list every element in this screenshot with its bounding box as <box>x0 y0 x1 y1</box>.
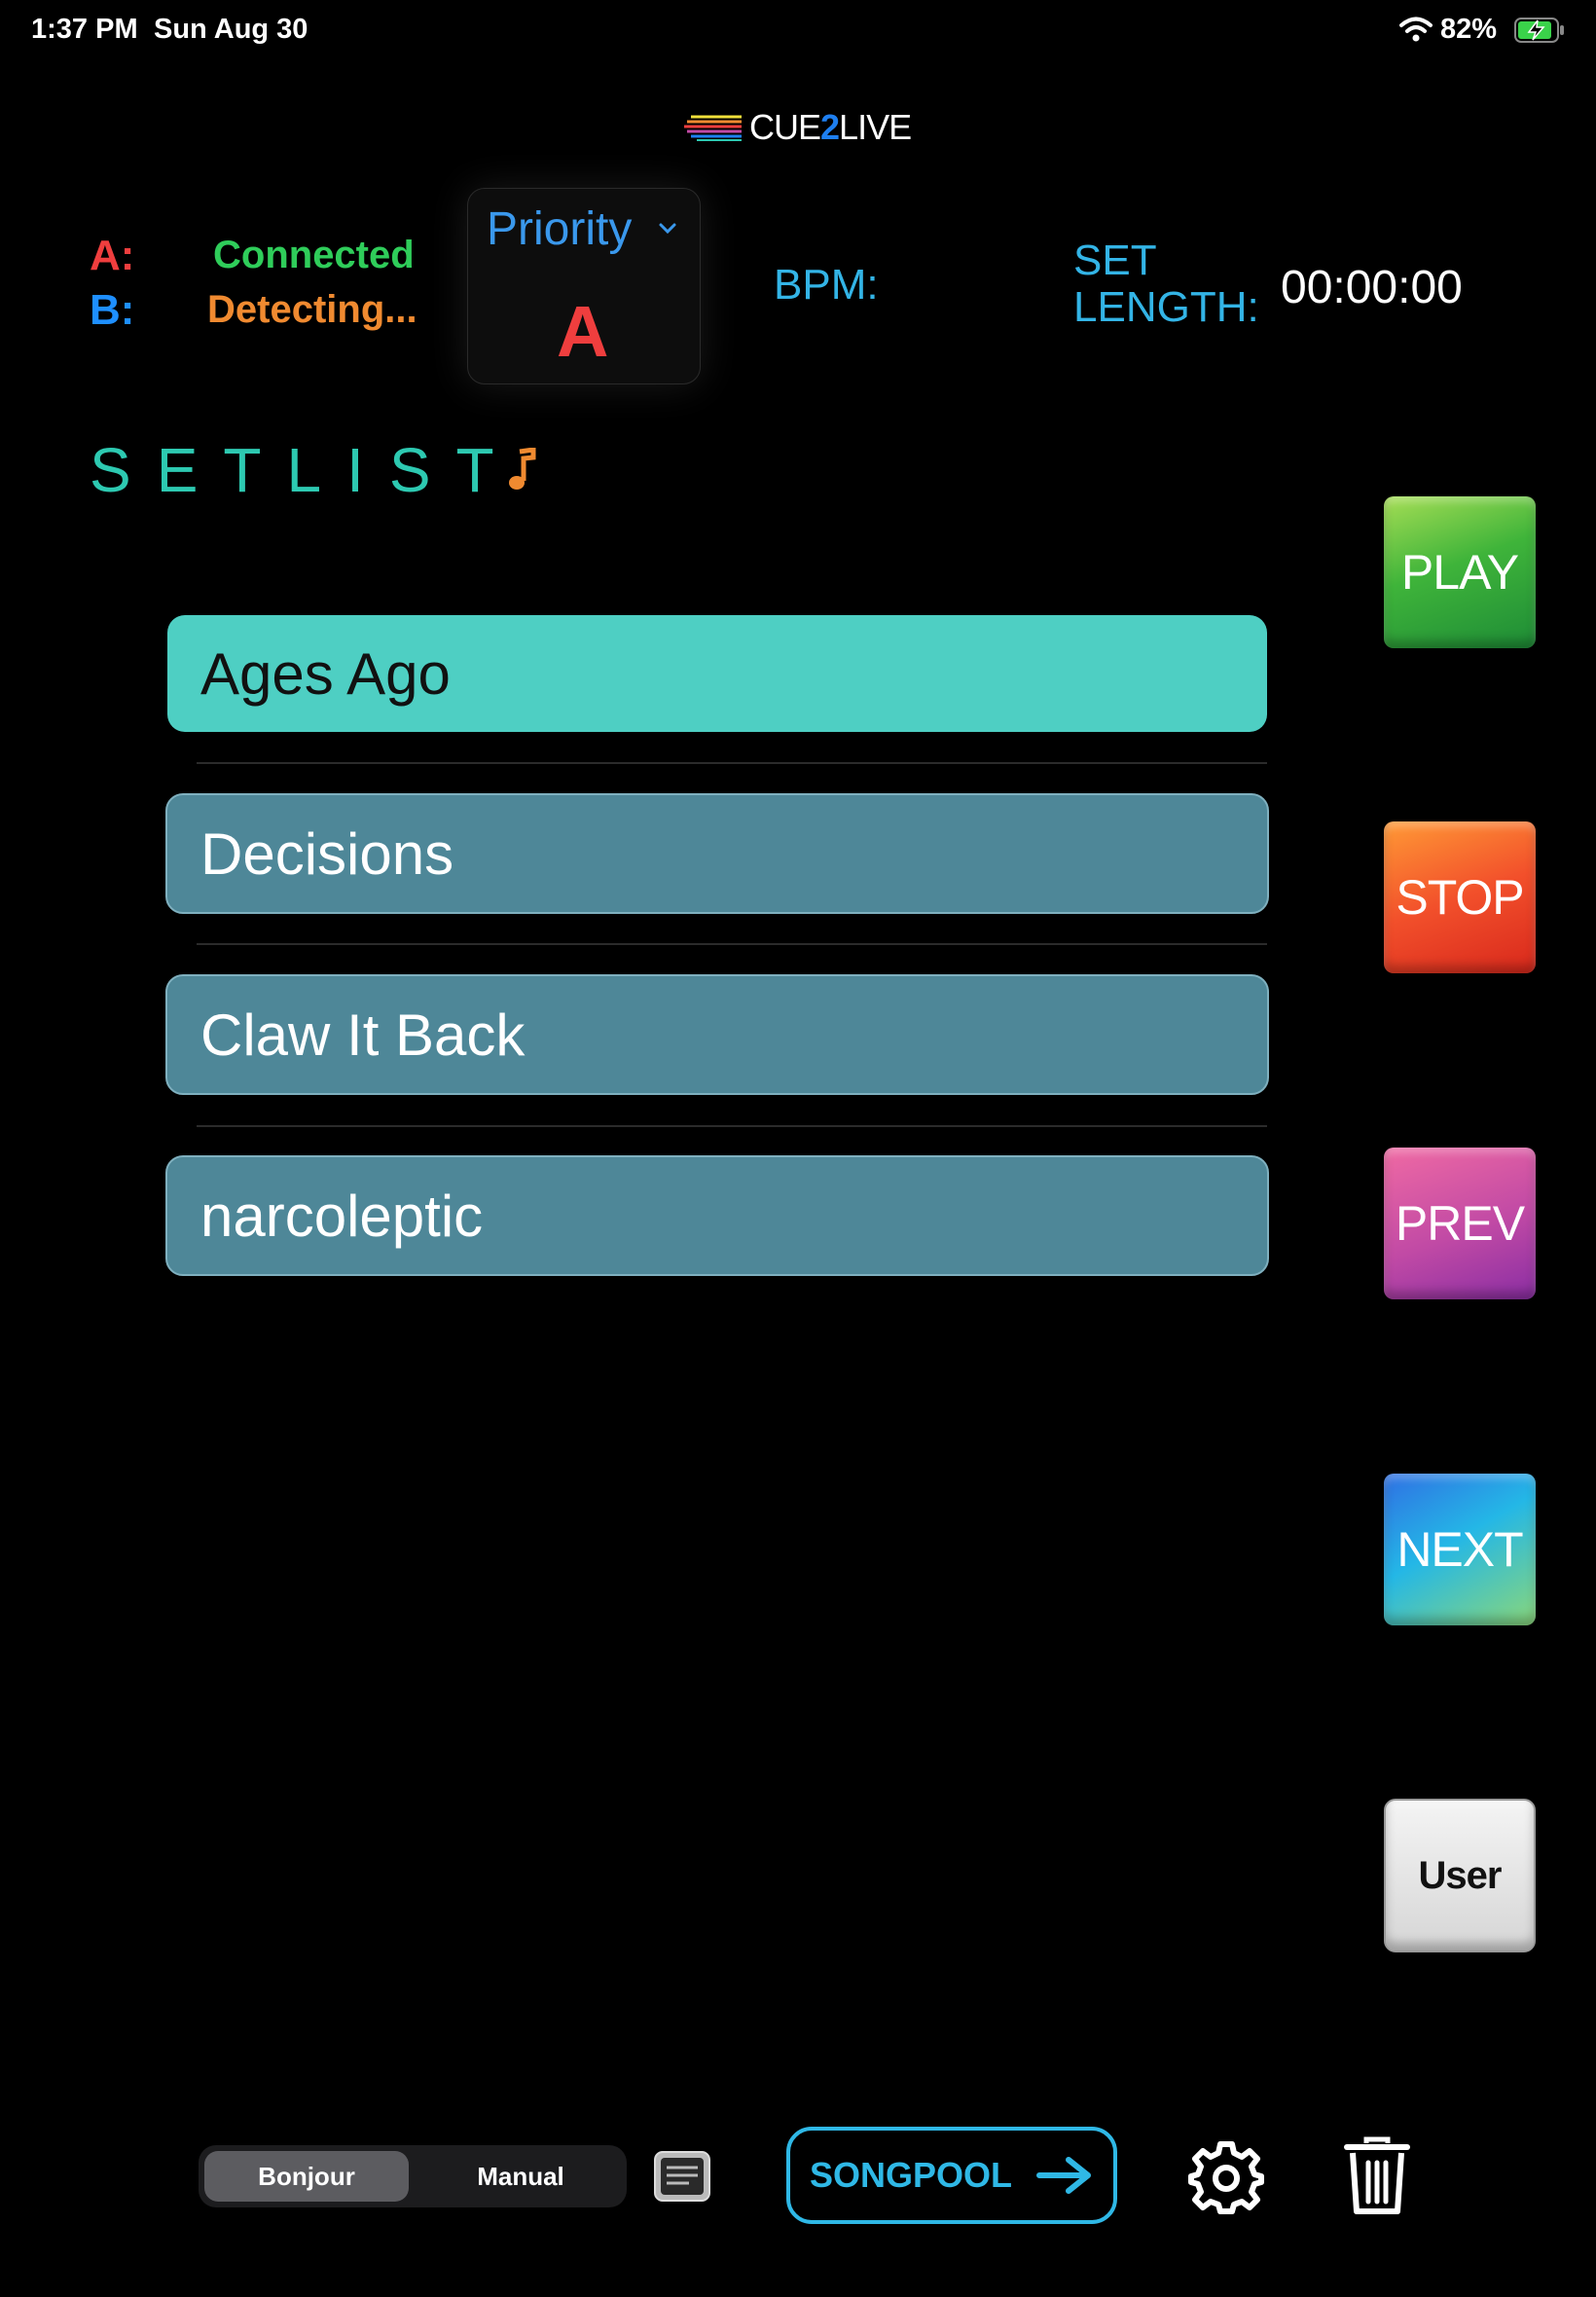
music-note-icon <box>508 448 536 490</box>
row-divider <box>197 1125 1267 1127</box>
mode-manual-segment[interactable]: Manual <box>418 2151 623 2202</box>
document-icon[interactable] <box>652 2149 712 2204</box>
row-divider <box>197 943 1267 945</box>
songpool-button[interactable]: SONGPOOL <box>786 2127 1117 2224</box>
app-logo: CUE2LIVE <box>681 107 912 148</box>
play-button[interactable]: PLAY <box>1384 496 1536 648</box>
song-title: Claw It Back <box>200 1002 526 1068</box>
trash-icon[interactable] <box>1343 2135 1411 2217</box>
user-button[interactable]: User <box>1384 1799 1536 1952</box>
song-row-active[interactable]: Ages Ago <box>167 615 1267 732</box>
arrow-right-icon <box>1036 2157 1092 2194</box>
battery-percentage: 82% <box>1440 14 1498 45</box>
songpool-label: SONGPOOL <box>810 2155 1013 2195</box>
row-divider <box>197 762 1267 764</box>
logo-stripes-icon <box>684 115 742 141</box>
stop-button[interactable]: STOP <box>1384 821 1536 973</box>
status-date: Sun Aug 30 <box>154 14 308 45</box>
battery-charging-icon <box>1514 18 1564 43</box>
song-row[interactable]: Decisions <box>165 793 1269 914</box>
source-a-status: Connected <box>213 234 415 276</box>
prev-button[interactable]: PREV <box>1384 1148 1536 1299</box>
source-b-label: B: <box>90 286 135 334</box>
song-title: narcoleptic <box>200 1183 484 1249</box>
source-a-label: A: <box>90 232 135 279</box>
wifi-icon <box>1399 17 1433 42</box>
set-length-label: SET LENGTH: <box>1073 237 1259 331</box>
set-length-value: 00:00:00 <box>1281 262 1463 313</box>
priority-value: A <box>557 291 609 372</box>
next-button[interactable]: NEXT <box>1384 1474 1536 1625</box>
priority-label[interactable]: Priority <box>487 202 632 256</box>
song-title: Decisions <box>200 820 454 887</box>
status-time: 1:37 PM <box>31 14 138 45</box>
song-row[interactable]: Claw It Back <box>165 974 1269 1095</box>
bpm-label: BPM: <box>774 261 879 309</box>
song-row[interactable]: narcoleptic <box>165 1155 1269 1276</box>
setlist-heading: SETLIST <box>90 434 537 506</box>
song-title: Ages Ago <box>200 640 451 707</box>
mode-bonjour-segment[interactable]: Bonjour <box>204 2151 409 2202</box>
gear-icon[interactable] <box>1187 2137 1265 2215</box>
setlist-title: SETLIST <box>90 435 520 505</box>
chevron-down-icon[interactable] <box>658 222 677 236</box>
logo-text: CUE2LIVE <box>749 107 912 147</box>
source-b-status: Detecting... <box>207 288 417 331</box>
